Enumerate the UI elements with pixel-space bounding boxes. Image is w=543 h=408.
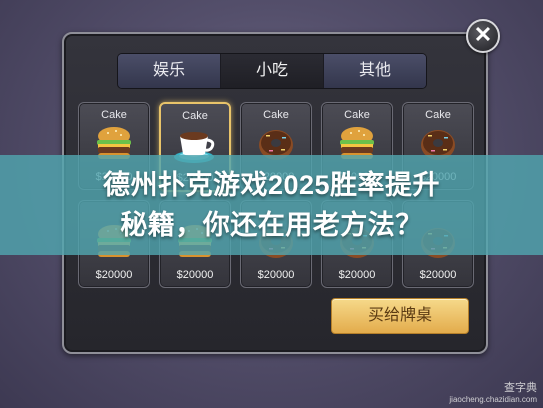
item-label: Cake <box>263 109 289 121</box>
headline-line-1: 德州扑克游戏2025胜率提升 <box>102 170 441 200</box>
item-price: $20000 <box>419 269 457 281</box>
item-label: Cake <box>425 109 451 121</box>
tab-entertainment[interactable]: 娱乐 <box>118 54 221 88</box>
tab-other[interactable]: 其他 <box>324 54 426 88</box>
category-tabs: 娱乐 小吃 其他 <box>118 54 426 88</box>
tab-snacks[interactable]: 小吃 <box>221 54 324 88</box>
close-button[interactable]: ✕ <box>466 19 500 53</box>
item-label: Cake <box>101 109 127 121</box>
item-price: $20000 <box>257 269 295 281</box>
watermark: 查字典 jiaocheng.chazidian.com <box>449 382 537 406</box>
watermark-title: 查字典 <box>504 382 537 394</box>
item-price: $20000 <box>95 269 133 281</box>
item-price: $20000 <box>338 269 376 281</box>
buy-for-table-button[interactable]: 买给牌桌 <box>331 298 469 334</box>
item-label: Cake <box>344 109 370 121</box>
item-price: $20000 <box>176 269 214 281</box>
item-label: Cake <box>182 110 208 122</box>
headline-line-2: 秘籍，你还在用老方法？ <box>120 210 423 240</box>
watermark-url: jiaocheng.chazidian.com <box>449 395 537 404</box>
